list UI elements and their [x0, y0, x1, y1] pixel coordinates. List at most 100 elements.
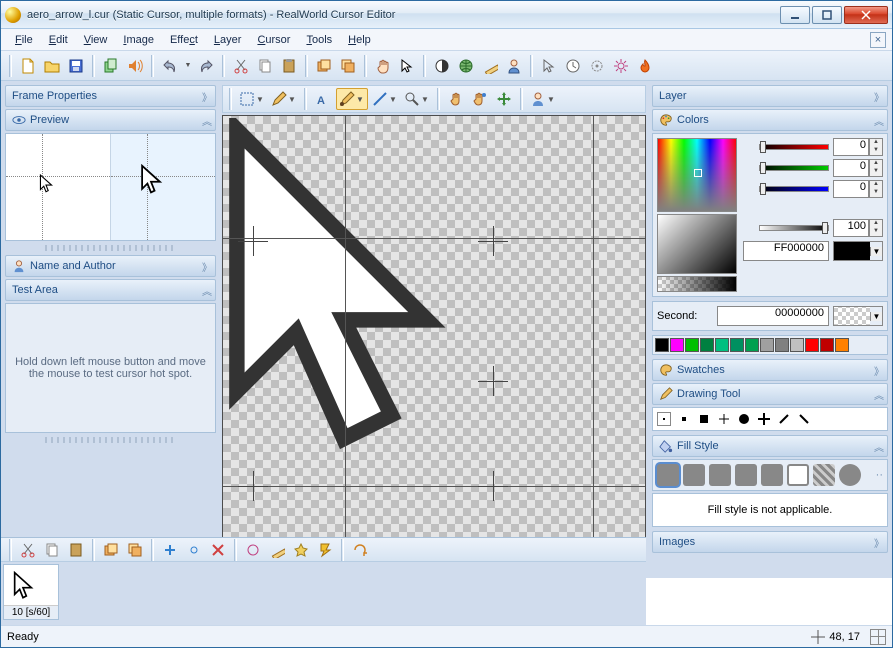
menu-help[interactable]: Help — [340, 32, 379, 48]
luminance-picker[interactable] — [657, 214, 737, 274]
brush-tool[interactable]: ▼ — [336, 88, 368, 110]
maximize-button[interactable] — [812, 6, 842, 24]
close-button[interactable] — [844, 6, 888, 24]
red-value[interactable]: 0 — [833, 138, 869, 156]
palette-swatch[interactable] — [730, 338, 744, 352]
name-author-header[interactable]: Name and Author 》 — [5, 255, 216, 277]
fill-3[interactable] — [709, 464, 731, 486]
hue-picker[interactable] — [657, 138, 737, 212]
alpha-slider[interactable] — [759, 225, 829, 231]
palette-swatch[interactable] — [655, 338, 669, 352]
blue-spin[interactable]: ▲▼ — [869, 180, 883, 198]
drawing-tool-header[interactable]: Drawing Tool︽ — [652, 383, 888, 405]
fill-style-header[interactable]: Fill Style︽ — [652, 435, 888, 457]
reload-icon[interactable] — [349, 539, 371, 561]
user-icon[interactable] — [503, 55, 525, 77]
arrow-tool-icon[interactable] — [538, 55, 560, 77]
select-rect-tool[interactable]: ▼ — [237, 88, 267, 110]
magnify-tool[interactable]: ▼ — [402, 88, 432, 110]
menu-file[interactable]: File — [7, 32, 41, 48]
paste-icon[interactable] — [278, 55, 300, 77]
fill-4[interactable] — [735, 464, 757, 486]
clock-icon[interactable] — [562, 55, 584, 77]
layer1-icon[interactable] — [313, 55, 335, 77]
pencil-tool[interactable]: ▼ — [269, 88, 299, 110]
undo-icon[interactable] — [159, 55, 181, 77]
red-spin[interactable]: ▲▼ — [869, 138, 883, 156]
undo-dd-icon[interactable]: ▼ — [183, 55, 193, 77]
palette-swatch[interactable] — [835, 338, 849, 352]
alpha-spin[interactable]: ▲▼ — [869, 219, 883, 237]
open-folder-icon[interactable] — [41, 55, 63, 77]
brush-3[interactable] — [697, 412, 711, 426]
brush-1[interactable] — [657, 412, 671, 426]
arrow-select-icon[interactable] — [396, 55, 418, 77]
copy-icon[interactable] — [254, 55, 276, 77]
menu-effect[interactable]: Effect — [162, 32, 206, 48]
frame-cut-icon[interactable] — [17, 539, 39, 561]
add-frame-icon[interactable] — [159, 539, 181, 561]
fill-1[interactable] — [657, 464, 679, 486]
palette-swatch[interactable] — [775, 338, 789, 352]
layer-header[interactable]: Layer》 — [652, 85, 888, 107]
fx1-icon[interactable] — [242, 539, 264, 561]
green-slider[interactable] — [759, 165, 829, 171]
fill-7[interactable] — [813, 464, 835, 486]
secondary-swatch[interactable]: ▼ — [833, 306, 883, 326]
alpha-value[interactable]: 100 — [833, 219, 869, 237]
gear-icon[interactable] — [610, 55, 632, 77]
delete-frame-icon[interactable] — [207, 539, 229, 561]
gripper[interactable] — [45, 437, 176, 443]
frame-b-icon[interactable] — [124, 539, 146, 561]
globe-icon[interactable] — [455, 55, 477, 77]
brush-4[interactable] — [717, 412, 731, 426]
preview-box[interactable] — [5, 133, 216, 241]
palette-swatch[interactable] — [760, 338, 774, 352]
frame-paste-icon[interactable] — [65, 539, 87, 561]
brush-5[interactable] — [737, 412, 751, 426]
red-slider[interactable] — [759, 144, 829, 150]
user-tool[interactable]: ▼ — [528, 88, 558, 110]
menu-edit[interactable]: Edit — [41, 32, 76, 48]
palette-swatch[interactable] — [745, 338, 759, 352]
minimize-button[interactable] — [780, 6, 810, 24]
hand-icon[interactable] — [372, 55, 394, 77]
pick-tool[interactable] — [469, 88, 491, 110]
preview-cell-2[interactable] — [110, 134, 215, 240]
fx4-icon[interactable] — [314, 539, 336, 561]
blue-slider[interactable] — [759, 186, 829, 192]
fill-6[interactable] — [787, 464, 809, 486]
save-icon[interactable] — [65, 55, 87, 77]
link-frame-icon[interactable] — [183, 539, 205, 561]
preview-header[interactable]: Preview ︽ — [5, 109, 216, 131]
menu-layer[interactable]: Layer — [206, 32, 250, 48]
brush-6[interactable] — [757, 412, 771, 426]
contrast-icon[interactable] — [431, 55, 453, 77]
test-area-box[interactable]: Hold down left mouse button and move the… — [5, 303, 216, 433]
hand-tool[interactable] — [445, 88, 467, 110]
new-file-icon[interactable] — [17, 55, 39, 77]
frame-cell[interactable]: 10 [s/60] — [3, 564, 59, 620]
gripper[interactable] — [45, 245, 176, 251]
brush-8[interactable] — [797, 412, 811, 426]
layer2-icon[interactable] — [337, 55, 359, 77]
green-spin[interactable]: ▲▼ — [869, 159, 883, 177]
alpha-preview[interactable] — [657, 276, 737, 292]
palette-swatch[interactable] — [820, 338, 834, 352]
hex-input[interactable]: FF000000 — [743, 241, 829, 261]
target-icon[interactable] — [586, 55, 608, 77]
fx3-icon[interactable] — [290, 539, 312, 561]
frame-copy-icon[interactable] — [41, 539, 63, 561]
fx2-icon[interactable] — [266, 539, 288, 561]
colors-header[interactable]: Colors︽ — [652, 109, 888, 131]
fill-5[interactable] — [761, 464, 783, 486]
fire-icon[interactable] — [634, 55, 656, 77]
fill-2[interactable] — [683, 464, 705, 486]
duplicate-icon[interactable] — [100, 55, 122, 77]
green-value[interactable]: 0 — [833, 159, 869, 177]
palette-swatch[interactable] — [685, 338, 699, 352]
frame-properties-header[interactable]: Frame Properties 》 — [5, 85, 216, 107]
second-hex-input[interactable]: 00000000 — [717, 306, 829, 326]
blue-value[interactable]: 0 — [833, 180, 869, 198]
ruler-icon[interactable] — [479, 55, 501, 77]
